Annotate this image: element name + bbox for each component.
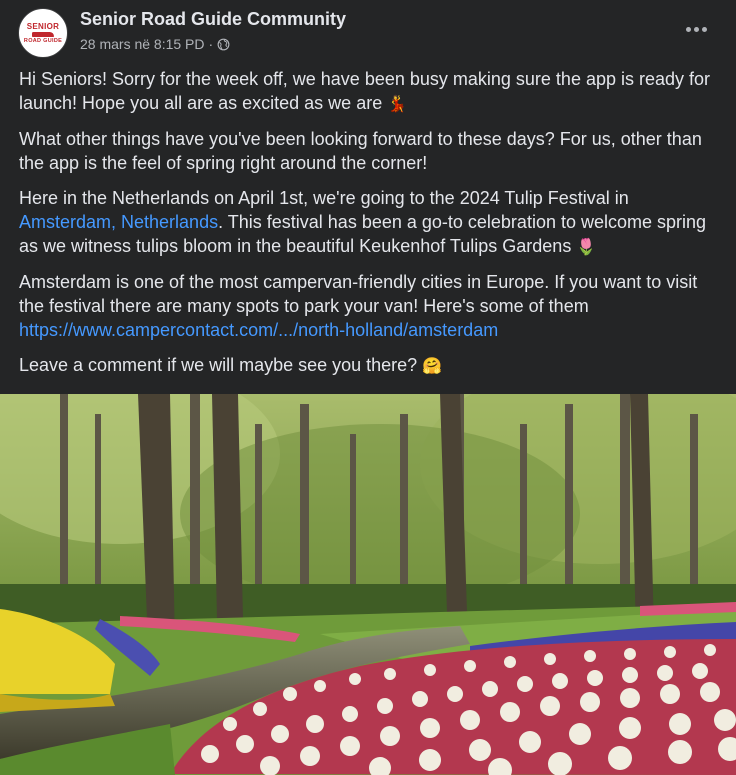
paragraph-5: Leave a comment if we will maybe see you… <box>19 353 720 378</box>
post-header: SENIOR ROAD GUIDE Senior Road Guide Comm… <box>18 6 718 60</box>
post-timestamp[interactable]: 28 mars në 8:15 PD <box>80 36 205 52</box>
paragraph-3: Here in the Netherlands on April 1st, we… <box>19 186 720 259</box>
paragraph-3-text-a: Here in the Netherlands on April 1st, we… <box>19 188 629 208</box>
more-dot <box>693 26 699 32</box>
page-name-link[interactable]: Senior Road Guide Community <box>80 9 346 30</box>
facebook-post: SENIOR ROAD GUIDE Senior Road Guide Comm… <box>0 0 736 775</box>
hugging-face-emoji-icon: 🤗 <box>422 356 443 375</box>
logo-text-bottom: ROAD GUIDE <box>23 37 63 44</box>
more-dot <box>685 26 691 32</box>
paragraph-5-text: Leave a comment if we will maybe see you… <box>19 355 423 375</box>
paragraph-2: What other things have you've been looki… <box>19 129 702 173</box>
paragraph-1-text: Hi Seniors! Sorry for the week off, we h… <box>19 69 711 113</box>
campercontact-link[interactable]: https://www.campercontact.com/.../north-… <box>19 320 498 340</box>
meta-separator: · <box>208 36 214 52</box>
logo-car-shape <box>32 31 54 37</box>
tulip-emoji-icon: 🌷 <box>576 237 597 256</box>
post-image[interactable] <box>0 394 736 775</box>
more-options-icon[interactable] <box>678 16 714 42</box>
post-text: Hi Seniors! Sorry for the week off, we h… <box>19 67 720 389</box>
logo-text-top: SENIOR <box>26 21 60 31</box>
location-link[interactable]: Amsterdam, Netherlands <box>19 212 218 232</box>
globe-icon[interactable] <box>217 38 230 51</box>
tulip-garden-photo <box>0 394 736 775</box>
paragraph-4: Amsterdam is one of the most campervan-f… <box>19 270 720 342</box>
paragraph-4-text: Amsterdam is one of the most campervan-f… <box>19 272 698 316</box>
page-avatar[interactable]: SENIOR ROAD GUIDE <box>18 8 68 58</box>
dancer-emoji-icon: 💃 <box>387 94 408 113</box>
post-meta: 28 mars në 8:15 PD · <box>80 36 230 52</box>
paragraph-1: Hi Seniors! Sorry for the week off, we h… <box>19 67 720 116</box>
more-dot <box>701 26 707 32</box>
